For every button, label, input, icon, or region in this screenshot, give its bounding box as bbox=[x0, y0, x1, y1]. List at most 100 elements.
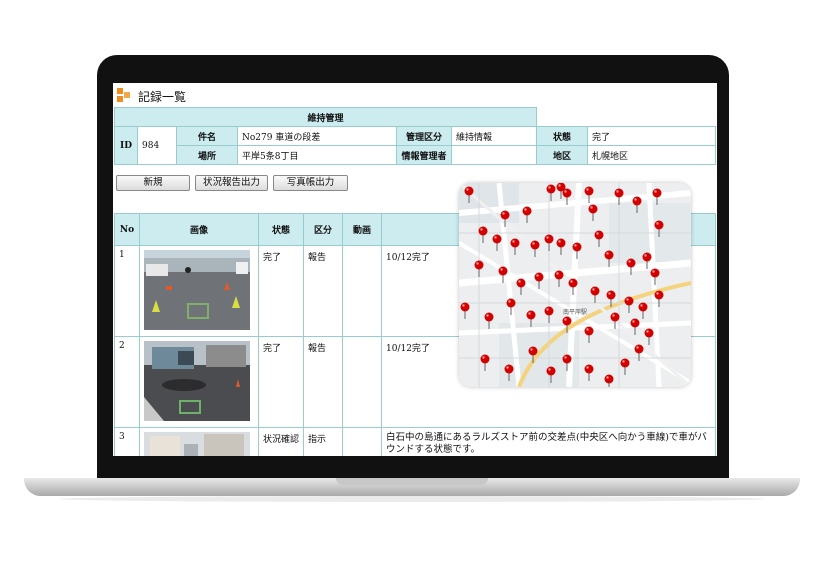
map-pin-icon[interactable] bbox=[522, 206, 532, 224]
page-title: 記録一覧 bbox=[138, 90, 187, 104]
col-type: 区分 bbox=[303, 213, 343, 246]
map-pin-icon[interactable] bbox=[534, 272, 544, 290]
map-pin-icon[interactable] bbox=[584, 326, 594, 344]
map-pin-icon[interactable] bbox=[604, 374, 614, 388]
map-pin-icon[interactable] bbox=[606, 290, 616, 308]
row-status: 完了 bbox=[258, 245, 304, 337]
status-value: 完了 bbox=[587, 126, 716, 146]
map-pin-icon[interactable] bbox=[572, 242, 582, 260]
status-label: 状態 bbox=[536, 126, 588, 146]
photo-book-button[interactable]: 写真帳出力 bbox=[273, 175, 348, 191]
map-pin-icon[interactable] bbox=[554, 270, 564, 288]
map-pin-icon[interactable] bbox=[630, 318, 640, 336]
manager-value bbox=[451, 145, 537, 165]
map-pin-icon[interactable] bbox=[614, 188, 624, 206]
map-pin-icon[interactable] bbox=[654, 290, 664, 308]
map-pin-icon[interactable] bbox=[562, 316, 572, 334]
map-pin-icon[interactable] bbox=[584, 186, 594, 204]
district-label: 地区 bbox=[536, 145, 588, 165]
map-pin-icon[interactable] bbox=[504, 364, 514, 382]
row-video bbox=[342, 245, 382, 337]
map-pin-icon[interactable] bbox=[650, 268, 660, 286]
map-pin-icon[interactable] bbox=[480, 354, 490, 372]
map-pin-icon[interactable] bbox=[544, 306, 554, 324]
category-value: 維持情報 bbox=[451, 126, 537, 146]
map-pin-icon[interactable] bbox=[562, 188, 572, 206]
col-image: 画像 bbox=[139, 213, 259, 246]
map-overlay[interactable]: 南平岸駅 bbox=[459, 183, 691, 387]
map-pin-icon[interactable] bbox=[510, 238, 520, 256]
map-pin-icon[interactable] bbox=[500, 210, 510, 228]
id-value: 984 bbox=[137, 126, 177, 165]
map-pin-icon[interactable] bbox=[594, 230, 604, 248]
map-pin-icon[interactable] bbox=[546, 366, 556, 384]
row-type: 指示 bbox=[303, 427, 343, 456]
subject-value: No279 車道の段差 bbox=[237, 126, 397, 146]
place-label: 場所 bbox=[176, 145, 238, 165]
table-row[interactable]: 3 状況確認 指示 白石中の島通にあるラルズストア前の交差点(中央区へ向かう車線… bbox=[114, 427, 716, 456]
map-pin-icon[interactable] bbox=[590, 286, 600, 304]
map-pin-icon[interactable] bbox=[526, 310, 536, 328]
map-pin-icon[interactable] bbox=[632, 196, 642, 214]
row-no: 3 bbox=[114, 427, 140, 456]
col-status: 状態 bbox=[258, 213, 304, 246]
col-no: No bbox=[114, 213, 140, 246]
map-pin-icon[interactable] bbox=[654, 220, 664, 238]
map-pin-icon[interactable] bbox=[528, 346, 538, 364]
section-header: 維持管理 bbox=[114, 107, 537, 127]
row-note: 白石中の島通にあるラルズストア前の交差点(中央区へ向かう車線)で車がバウンドする… bbox=[381, 427, 716, 456]
new-button[interactable]: 新規 bbox=[116, 175, 190, 191]
place-value: 平岸5条8丁目 bbox=[237, 145, 397, 165]
map-pin-icon[interactable] bbox=[644, 328, 654, 346]
map-pin-icon[interactable] bbox=[460, 302, 470, 320]
row-no: 1 bbox=[114, 245, 140, 337]
map-pin-icon[interactable] bbox=[544, 234, 554, 252]
map-pin-icon[interactable] bbox=[626, 258, 636, 276]
record-photo[interactable] bbox=[144, 341, 250, 421]
app-screen: 記録一覧 維持管理 ID 984 件名 No279 車道の段差 管理区分 維持情… bbox=[113, 83, 717, 456]
map-pin-icon[interactable] bbox=[638, 302, 648, 320]
map-pin-icon[interactable] bbox=[464, 186, 474, 204]
record-info-table: 維持管理 ID 984 件名 No279 車道の段差 管理区分 維持情報 状態 … bbox=[114, 107, 716, 165]
map-pin-icon[interactable] bbox=[484, 312, 494, 330]
map-pin-icon[interactable] bbox=[506, 298, 516, 316]
map-pin-icon[interactable] bbox=[624, 296, 634, 314]
row-video bbox=[342, 427, 382, 456]
row-type: 報告 bbox=[303, 336, 343, 428]
col-video: 動画 bbox=[342, 213, 382, 246]
map-pin-icon[interactable] bbox=[562, 354, 572, 372]
map-pin-icon[interactable] bbox=[498, 266, 508, 284]
record-photo[interactable] bbox=[144, 250, 250, 330]
row-video bbox=[342, 336, 382, 428]
map-pin-icon[interactable] bbox=[556, 238, 566, 256]
map-pin-icon[interactable] bbox=[652, 188, 662, 206]
row-no: 2 bbox=[114, 336, 140, 428]
map-pin-icon[interactable] bbox=[584, 364, 594, 382]
map-pin-icon[interactable] bbox=[568, 278, 578, 296]
record-photo[interactable] bbox=[144, 432, 250, 456]
row-status: 完了 bbox=[258, 336, 304, 428]
manager-label: 情報管理者 bbox=[396, 145, 452, 165]
map-pin-icon[interactable] bbox=[546, 184, 556, 202]
row-type: 報告 bbox=[303, 245, 343, 337]
app-logo-icon bbox=[117, 88, 131, 102]
map-pin-icon[interactable] bbox=[620, 358, 630, 376]
map-pin-icon[interactable] bbox=[492, 234, 502, 252]
row-status: 状況確認 bbox=[258, 427, 304, 456]
map-pin-icon[interactable] bbox=[588, 204, 598, 222]
map-pin-icon[interactable] bbox=[516, 278, 526, 296]
map-pin-icon[interactable] bbox=[604, 250, 614, 268]
map-pin-icon[interactable] bbox=[474, 260, 484, 278]
map-pin-icon[interactable] bbox=[610, 312, 620, 330]
map-pin-icon[interactable] bbox=[478, 226, 488, 244]
district-value: 札幌地区 bbox=[587, 145, 716, 165]
laptop-notch bbox=[336, 478, 488, 485]
map-pin-icon[interactable] bbox=[642, 252, 652, 270]
id-label: ID bbox=[114, 126, 138, 165]
laptop-shadow bbox=[60, 496, 765, 502]
map-pin-icon[interactable] bbox=[634, 344, 644, 362]
category-label: 管理区分 bbox=[396, 126, 452, 146]
map-pin-icon[interactable] bbox=[530, 240, 540, 258]
status-report-button[interactable]: 状況報告出力 bbox=[195, 175, 268, 191]
subject-label: 件名 bbox=[176, 126, 238, 146]
